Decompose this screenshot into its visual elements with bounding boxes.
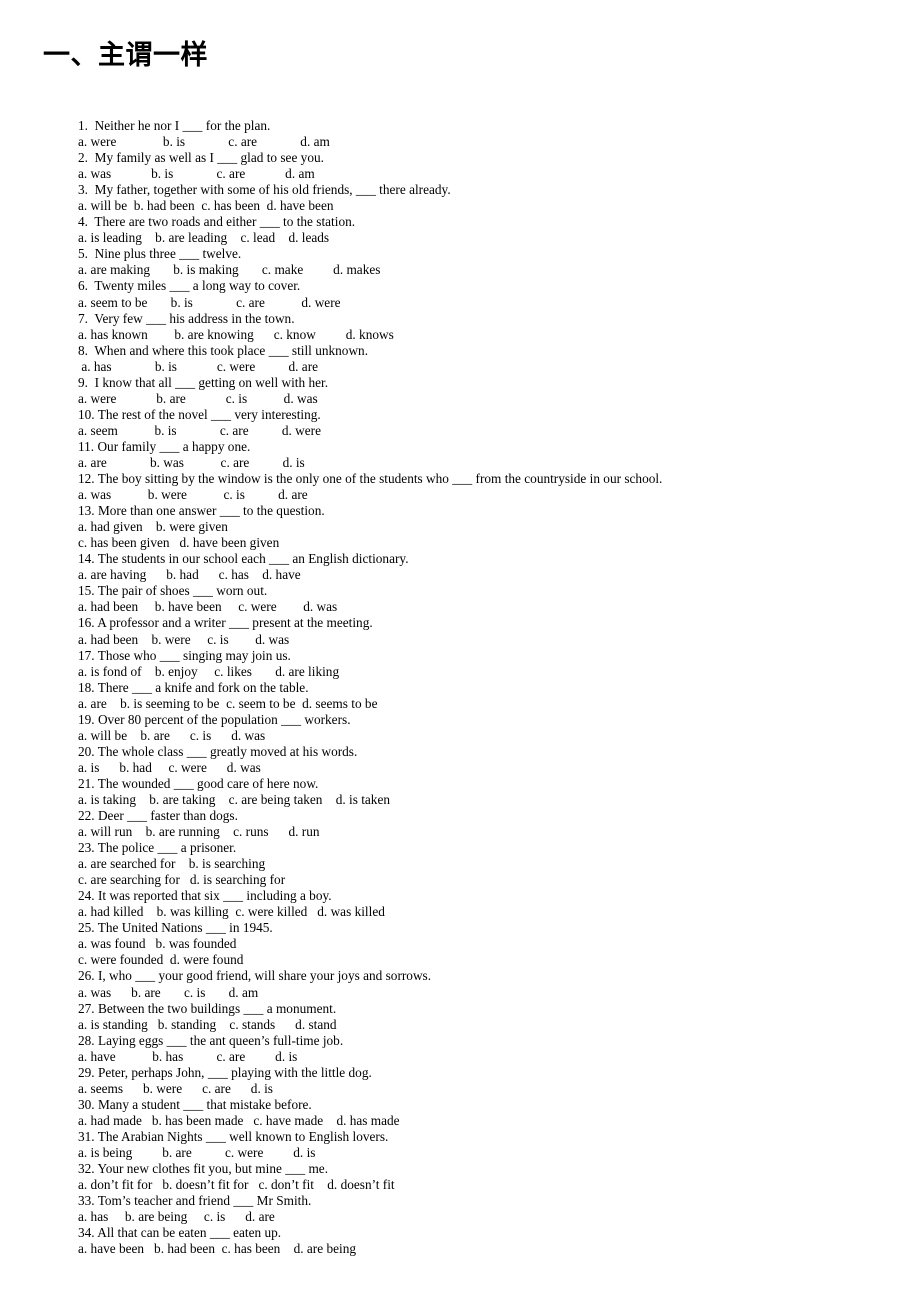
question-line: 17. Those who ___ singing may join us. <box>78 647 291 663</box>
question-line: 22. Deer ___ faster than dogs. <box>78 808 238 824</box>
document-page: 一、主谓一样 1. Neither he nor I ___ for the p… <box>0 0 920 1302</box>
answer-options-line: a. seem to be b. is c. are d. were <box>78 294 341 310</box>
question-line: 11. Our family ___ a happy one. <box>78 438 251 454</box>
answer-options-line: a. was b. are c. is d. am <box>78 984 259 1000</box>
answer-options-line: a. has known b. are knowing c. know d. k… <box>78 326 394 342</box>
question-line: 18. There ___ a knife and fork on the ta… <box>78 679 309 695</box>
question-line: 13. More than one answer ___ to the ques… <box>78 503 325 519</box>
question-line: 28. Laying eggs ___ the ant queen’s full… <box>78 1032 344 1048</box>
answer-options-line: a. had given b. were given <box>78 519 228 535</box>
question-line: 16. A professor and a writer ___ present… <box>78 615 373 631</box>
answer-options-line: a. had been b. have been c. were d. was <box>78 599 338 615</box>
question-line: 9. I know that all ___ getting on well w… <box>78 374 329 390</box>
question-line: 21. The wounded ___ good care of here no… <box>78 775 319 791</box>
answer-options-line: c. has been given d. have been given <box>78 535 280 551</box>
answer-options-line: c. were founded d. were found <box>78 952 244 968</box>
question-line: 26. I, who ___ your good friend, will sh… <box>78 968 432 984</box>
question-line: 25. The United Nations ___ in 1945. <box>78 920 273 936</box>
answer-options-line: a. don’t fit for b. doesn’t fit for c. d… <box>78 1177 395 1193</box>
question-line: 15. The pair of shoes ___ worn out. <box>78 583 268 599</box>
question-line: 27. Between the two buildings ___ a monu… <box>78 1000 337 1016</box>
answer-options-line: a. will be b. had been c. has been d. ha… <box>78 198 334 214</box>
question-line: 23. The police ___ a prisoner. <box>78 840 237 856</box>
question-line: 5. Nine plus three ___ twelve. <box>78 246 242 262</box>
answer-options-line: a. seem b. is c. are d. were <box>78 422 321 438</box>
question-line: 29. Peter, perhaps John, ___ playing wit… <box>78 1064 372 1080</box>
answer-options-line: a. is b. had c. were d. was <box>78 759 261 775</box>
answer-options-line: a. have b. has c. are d. is <box>78 1048 298 1064</box>
question-line: 1. Neither he nor I ___ for the plan. <box>78 118 271 133</box>
question-line: 7. Very few ___ his address in the town. <box>78 310 295 326</box>
answer-options-line: a. was b. were c. is d. are <box>78 487 308 503</box>
answer-options-line: a. seems b. were c. are d. is <box>78 1080 273 1096</box>
question-line: 31. The Arabian Nights ___ well known to… <box>78 1128 389 1144</box>
answer-options-line: a. had made b. has been made c. have mad… <box>78 1112 400 1128</box>
question-line: 14. The students in our school each ___ … <box>78 551 409 567</box>
answer-options-line: a. will run b. are running c. runs d. ru… <box>78 824 320 840</box>
question-line: 2. My family as well as I ___ glad to se… <box>78 150 324 166</box>
answer-options-line: a. have been b. had been c. has been d. … <box>78 1241 357 1257</box>
question-line: 4. There are two roads and either ___ to… <box>78 214 356 230</box>
question-line: 3. My father, together with some of his … <box>78 182 451 198</box>
answer-options-line: a. will be b. are c. is d. was <box>78 727 266 743</box>
answer-options-line: c. are searching for d. is searching for <box>78 872 286 888</box>
question-line: 6. Twenty miles ___ a long way to cover. <box>78 278 301 294</box>
answer-options-line: a. is taking b. are taking c. are being … <box>78 791 391 807</box>
answer-options-line: a. are b. was c. are d. is <box>78 454 305 470</box>
question-line: 20. The whole class ___ greatly moved at… <box>78 743 358 759</box>
question-line: 12. The boy sitting by the window is the… <box>78 471 663 487</box>
answer-options-line: a. are b. is seeming to be c. seem to be… <box>78 695 378 711</box>
answer-options-line: a. are having b. had c. has d. have <box>78 567 301 583</box>
question-line: 33. Tom’s teacher and friend ___ Mr Smit… <box>78 1193 312 1209</box>
answer-options-line: a. were b. are c. is d. was <box>78 390 318 406</box>
answer-options-line: a. are searched for b. is searching <box>78 856 266 872</box>
answer-options-line: a. are making b. is making c. make d. ma… <box>78 262 381 278</box>
answer-options-line: a. had killed b. was killing c. were kil… <box>78 904 385 920</box>
answer-options-line: a. were b. is c. are d. am <box>78 134 330 150</box>
question-line: 24. It was reported that six ___ includi… <box>78 888 332 904</box>
answer-options-line: a. has b. is c. were d. are <box>78 358 319 374</box>
answer-options-line: a. was found b. was founded <box>78 936 237 952</box>
question-line: 32. Your new clothes fit you, but mine _… <box>78 1161 329 1177</box>
answer-options-line: a. had been b. were c. is d. was <box>78 631 290 647</box>
answer-options-line: a. was b. is c. are d. am <box>78 166 315 182</box>
quiz-question-list: 1. Neither he nor I ___ for the plan. a. … <box>78 118 878 1257</box>
question-line: 30. Many a student ___ that mistake befo… <box>78 1096 312 1112</box>
answer-options-line: a. has b. are being c. is d. are <box>78 1209 275 1225</box>
answer-options-line: a. is fond of b. enjoy c. likes d. are l… <box>78 663 340 679</box>
page-title: 一、主谓一样 <box>43 40 208 70</box>
answer-options-line: a. is being b. are c. were d. is <box>78 1145 316 1160</box>
question-line: 19. Over 80 percent of the population __… <box>78 711 351 727</box>
question-line: 8. When and where this took place ___ st… <box>78 342 369 358</box>
question-line: 34. All that can be eaten ___ eaten up. <box>78 1225 282 1241</box>
answer-options-line: a. is leading b. are leading c. lead d. … <box>78 230 330 246</box>
answer-options-line: a. is standing b. standing c. stands d. … <box>78 1016 337 1032</box>
question-line: 10. The rest of the novel ___ very inter… <box>78 406 321 422</box>
